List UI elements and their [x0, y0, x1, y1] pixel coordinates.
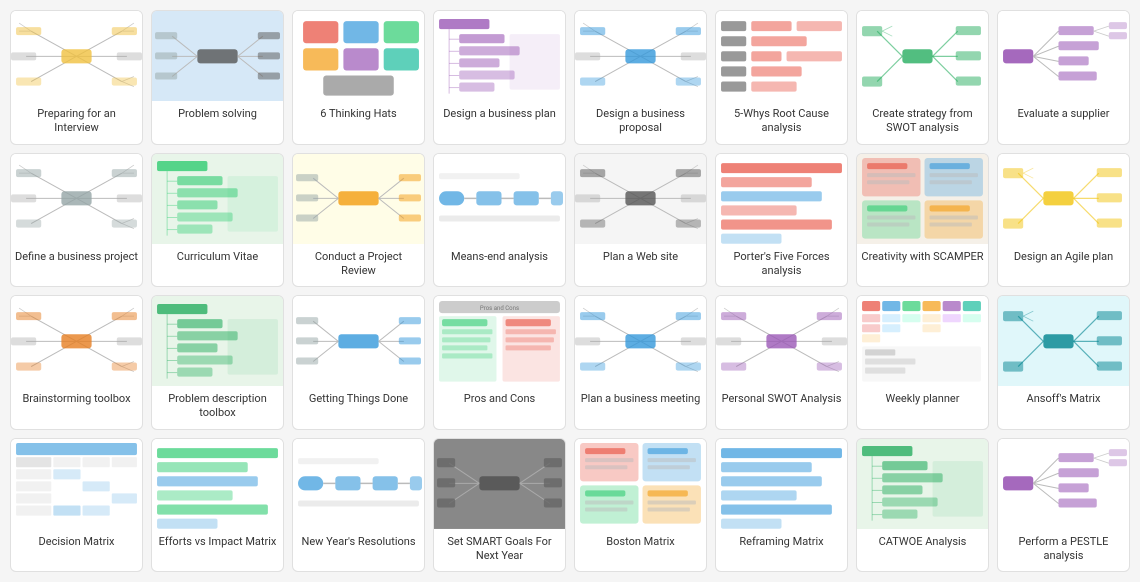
card-preview-conduct-project-review: [293, 154, 424, 244]
card-label-means-end-analysis: Means-end analysis: [434, 244, 565, 272]
template-card-creativity-scamper[interactable]: Creativity with SCAMPER: [856, 153, 989, 288]
card-preview-perform-pestle: [998, 439, 1129, 529]
card-preview-personal-swot-analysis: [716, 296, 847, 386]
card-label-preparing-interview: Preparing for an Interview: [11, 101, 142, 144]
template-card-smart-goals[interactable]: Set SMART Goals For Next Year: [433, 438, 566, 573]
card-label-brainstorming-toolbox: Brainstorming toolbox: [11, 386, 142, 414]
card-label-weekly-planner: Weekly planner: [857, 386, 988, 414]
card-label-6-thinking-hats: 6 Thinking Hats: [293, 101, 424, 129]
card-preview-brainstorming-toolbox: [11, 296, 142, 386]
card-label-problem-solving: Problem solving: [152, 101, 283, 129]
template-card-evaluate-supplier[interactable]: Evaluate a supplier: [997, 10, 1130, 145]
card-label-plan-web-site: Plan a Web site: [575, 244, 706, 272]
card-preview-weekly-planner: [857, 296, 988, 386]
card-preview-ansoffs-matrix: [998, 296, 1129, 386]
card-preview-reframing-matrix: [716, 439, 847, 529]
template-card-efforts-impact-matrix[interactable]: Efforts vs Impact Matrix: [151, 438, 284, 573]
template-grid: Preparing for an Interview Problem solvi…: [10, 10, 1130, 572]
template-card-perform-pestle[interactable]: Perform a PESTLE analysis: [997, 438, 1130, 573]
card-preview-getting-things-done: [293, 296, 424, 386]
template-card-define-business-project[interactable]: Define a business project: [10, 153, 143, 288]
card-label-design-business-proposal: Design a business proposal: [575, 101, 706, 144]
card-preview-porters-five-forces: [716, 154, 847, 244]
card-label-plan-business-meeting: Plan a business meeting: [575, 386, 706, 414]
card-label-create-strategy-swot: Create strategy from SWOT analysis: [857, 101, 988, 144]
card-preview-preparing-interview: [11, 11, 142, 101]
card-label-design-agile-plan: Design an Agile plan: [998, 244, 1129, 272]
card-preview-problem-description-toolbox: [152, 296, 283, 386]
template-card-6-thinking-hats[interactable]: 6 Thinking Hats: [292, 10, 425, 145]
card-preview-define-business-project: [11, 154, 142, 244]
svg-text:Pros and Cons: Pros and Cons: [480, 305, 519, 312]
card-label-ansoffs-matrix: Ansoff's Matrix: [998, 386, 1129, 414]
card-preview-creativity-scamper: [857, 154, 988, 244]
card-label-smart-goals: Set SMART Goals For Next Year: [434, 529, 565, 572]
card-label-efforts-impact-matrix: Efforts vs Impact Matrix: [152, 529, 283, 557]
card-preview-design-business-proposal: [575, 11, 706, 101]
template-card-personal-swot-analysis[interactable]: Personal SWOT Analysis: [715, 295, 848, 430]
card-label-curriculum-vitae: Curriculum Vitae: [152, 244, 283, 272]
card-preview-efforts-impact-matrix: [152, 439, 283, 529]
template-card-plan-web-site[interactable]: Plan a Web site: [574, 153, 707, 288]
card-label-porters-five-forces: Porter's Five Forces analysis: [716, 244, 847, 287]
template-card-create-strategy-swot[interactable]: Create strategy from SWOT analysis: [856, 10, 989, 145]
card-label-getting-things-done: Getting Things Done: [293, 386, 424, 414]
template-card-design-agile-plan[interactable]: Design an Agile plan: [997, 153, 1130, 288]
template-card-catwoe-analysis[interactable]: CATWOE Analysis: [856, 438, 989, 573]
card-preview-create-strategy-swot: [857, 11, 988, 101]
card-preview-design-business-plan: [434, 11, 565, 101]
template-card-weekly-planner[interactable]: Weekly planner: [856, 295, 989, 430]
template-card-problem-solving[interactable]: Problem solving: [151, 10, 284, 145]
card-preview-decision-matrix: [11, 439, 142, 529]
card-preview-means-end-analysis: [434, 154, 565, 244]
template-card-problem-description-toolbox[interactable]: Problem description toolbox: [151, 295, 284, 430]
card-label-perform-pestle: Perform a PESTLE analysis: [998, 529, 1129, 572]
card-label-evaluate-supplier: Evaluate a supplier: [998, 101, 1129, 129]
card-label-5-whys-root-cause: 5-Whys Root Cause analysis: [716, 101, 847, 144]
card-label-define-business-project: Define a business project: [11, 244, 142, 272]
template-card-pros-and-cons[interactable]: Pros and Cons Pros and Cons: [433, 295, 566, 430]
card-label-conduct-project-review: Conduct a Project Review: [293, 244, 424, 287]
card-label-pros-and-cons: Pros and Cons: [434, 386, 565, 414]
template-card-reframing-matrix[interactable]: Reframing Matrix: [715, 438, 848, 573]
template-card-ansoffs-matrix[interactable]: Ansoff's Matrix: [997, 295, 1130, 430]
template-card-new-years-resolutions[interactable]: New Year's Resolutions: [292, 438, 425, 573]
card-preview-catwoe-analysis: [857, 439, 988, 529]
template-card-design-business-proposal[interactable]: Design a business proposal: [574, 10, 707, 145]
template-card-boston-matrix[interactable]: Boston Matrix: [574, 438, 707, 573]
card-preview-pros-and-cons: Pros and Cons: [434, 296, 565, 386]
template-card-porters-five-forces[interactable]: Porter's Five Forces analysis: [715, 153, 848, 288]
template-card-conduct-project-review[interactable]: Conduct a Project Review: [292, 153, 425, 288]
card-label-new-years-resolutions: New Year's Resolutions: [293, 529, 424, 557]
card-label-decision-matrix: Decision Matrix: [11, 529, 142, 557]
card-label-problem-description-toolbox: Problem description toolbox: [152, 386, 283, 429]
card-preview-new-years-resolutions: [293, 439, 424, 529]
card-preview-5-whys-root-cause: [716, 11, 847, 101]
template-card-getting-things-done[interactable]: Getting Things Done: [292, 295, 425, 430]
card-label-creativity-scamper: Creativity with SCAMPER: [857, 244, 988, 272]
card-preview-curriculum-vitae: [152, 154, 283, 244]
card-label-personal-swot-analysis: Personal SWOT Analysis: [716, 386, 847, 414]
card-preview-6-thinking-hats: [293, 11, 424, 101]
template-card-preparing-interview[interactable]: Preparing for an Interview: [10, 10, 143, 145]
card-preview-plan-web-site: [575, 154, 706, 244]
template-card-brainstorming-toolbox[interactable]: Brainstorming toolbox: [10, 295, 143, 430]
card-preview-boston-matrix: [575, 439, 706, 529]
template-card-curriculum-vitae[interactable]: Curriculum Vitae: [151, 153, 284, 288]
template-card-plan-business-meeting[interactable]: Plan a business meeting: [574, 295, 707, 430]
card-label-catwoe-analysis: CATWOE Analysis: [857, 529, 988, 557]
template-card-decision-matrix[interactable]: Decision Matrix: [10, 438, 143, 573]
card-label-reframing-matrix: Reframing Matrix: [716, 529, 847, 557]
card-preview-design-agile-plan: [998, 154, 1129, 244]
template-card-5-whys-root-cause[interactable]: 5-Whys Root Cause analysis: [715, 10, 848, 145]
card-label-boston-matrix: Boston Matrix: [575, 529, 706, 557]
card-label-design-business-plan: Design a business plan: [434, 101, 565, 129]
template-card-design-business-plan[interactable]: Design a business plan: [433, 10, 566, 145]
card-preview-smart-goals: [434, 439, 565, 529]
card-preview-problem-solving: [152, 11, 283, 101]
template-card-means-end-analysis[interactable]: Means-end analysis: [433, 153, 566, 288]
card-preview-plan-business-meeting: [575, 296, 706, 386]
card-preview-evaluate-supplier: [998, 11, 1129, 101]
